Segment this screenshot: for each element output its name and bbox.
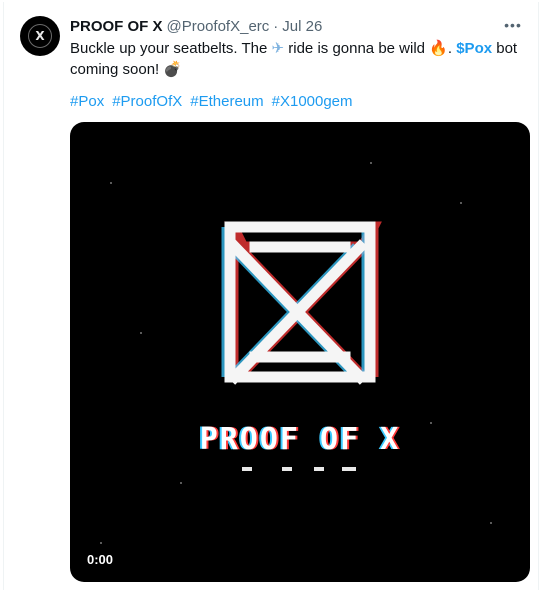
hashtag-link[interactable]: #ProofOfX	[112, 93, 182, 110]
user-handle[interactable]: @ProofofX_erc	[167, 18, 270, 35]
proof-of-x-logo	[100, 162, 492, 544]
hashtag-link[interactable]: #Pox	[70, 93, 104, 110]
fire-icon: 🔥	[429, 39, 448, 57]
video-wordmark: PROOF OF X	[199, 422, 401, 457]
hashtag-list: #Pox #ProofOfX #Ethereum #X1000gem	[70, 93, 353, 110]
cashtag-link[interactable]: $Pox	[456, 40, 492, 57]
airplane-icon: ✈	[271, 39, 285, 57]
hashtag-link[interactable]: #X1000gem	[272, 93, 353, 110]
separator-dot: ·	[273, 17, 279, 35]
bomb-icon: 💣	[163, 60, 183, 78]
hashtag-link[interactable]: #Ethereum	[190, 93, 263, 110]
avatar-logo: X	[28, 24, 52, 48]
tweet-card[interactable]: X PROOF OF X @ProofofX_erc · Jul 26 ••• …	[3, 2, 539, 590]
tweet-text: Buckle up your seatbelts. The ✈ ride is …	[70, 38, 520, 80]
tweet-text-part: .	[447, 40, 457, 57]
avatar[interactable]: X	[20, 16, 60, 56]
tweet-date[interactable]: Jul 26	[282, 18, 322, 35]
tweet-text-part: Buckle up your seatbelts. The	[70, 40, 272, 57]
display-name[interactable]: PROOF OF X	[70, 18, 163, 35]
tweet-header: PROOF OF X @ProofofX_erc · Jul 26	[70, 16, 518, 36]
video-time: 0:00	[84, 551, 117, 568]
more-options-icon[interactable]: •••	[502, 16, 524, 34]
tweet-text-part: ride is gonna be wild	[284, 40, 430, 57]
video-player[interactable]: PROOF OF X 0:00	[70, 122, 530, 582]
